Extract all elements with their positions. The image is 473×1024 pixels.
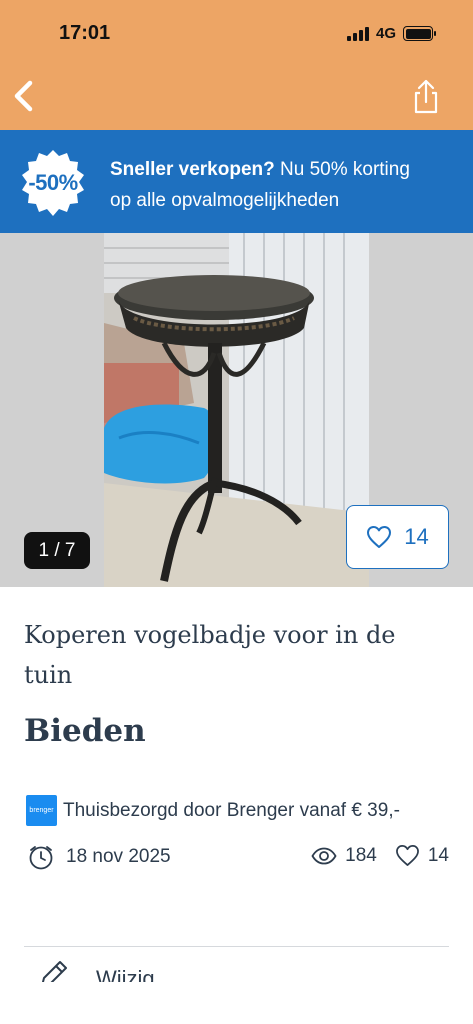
edit-label: Wijzig xyxy=(96,966,155,982)
date-text: 18 nov 2025 xyxy=(66,846,171,867)
delivery-text: Thuisbezorgd door Brenger vanaf € 39,- xyxy=(63,799,400,821)
heart-icon xyxy=(367,526,392,548)
listing-title: Koperen vogelbadje voor in de tuin xyxy=(24,621,396,689)
promo-headline: Sneller verkopen? xyxy=(110,159,275,180)
promo-body-2: op alle opvalmogelijkheden xyxy=(110,190,340,211)
share-button[interactable] xyxy=(408,78,444,116)
eye-icon xyxy=(311,847,337,864)
edit-button[interactable]: Wijzig xyxy=(36,958,436,982)
listing-stats: 184 14 xyxy=(311,844,449,867)
status-indicators: 4G xyxy=(346,25,436,42)
status-time: 17:01 xyxy=(59,22,111,44)
signal-icon xyxy=(346,26,369,41)
discount-badge: -50% xyxy=(28,170,78,195)
app-header xyxy=(0,0,473,130)
brenger-logo: brenger xyxy=(26,795,57,826)
share-icon xyxy=(414,79,438,114)
favorite-button[interactable]: 14 xyxy=(346,505,449,569)
birdbath-image xyxy=(104,233,369,587)
promo-body-1: Nu 50% korting xyxy=(274,159,410,180)
divider xyxy=(24,946,449,947)
photo-counter: 1 / 7 xyxy=(24,532,90,569)
like-count: 14 xyxy=(427,844,449,866)
view-count: 184 xyxy=(345,844,377,866)
favorite-count: 14 xyxy=(404,524,429,549)
network-type: 4G xyxy=(375,25,396,42)
promo-text[interactable]: Sneller verkopen? Nu 50% korting op alle… xyxy=(110,154,460,216)
listing-date: 18 nov 2025 xyxy=(28,844,171,870)
clock-icon xyxy=(29,846,53,870)
chevron-left-icon xyxy=(14,80,33,112)
heart-outline-icon xyxy=(395,845,419,866)
listing-photo[interactable] xyxy=(104,233,369,587)
listing-price: Bieden xyxy=(24,713,146,749)
pencil-icon xyxy=(41,961,67,982)
delivery-info[interactable]: brenger Thuisbezorgd door Brenger vanaf … xyxy=(26,795,400,826)
battery-icon xyxy=(403,26,436,41)
back-button[interactable] xyxy=(8,78,40,114)
